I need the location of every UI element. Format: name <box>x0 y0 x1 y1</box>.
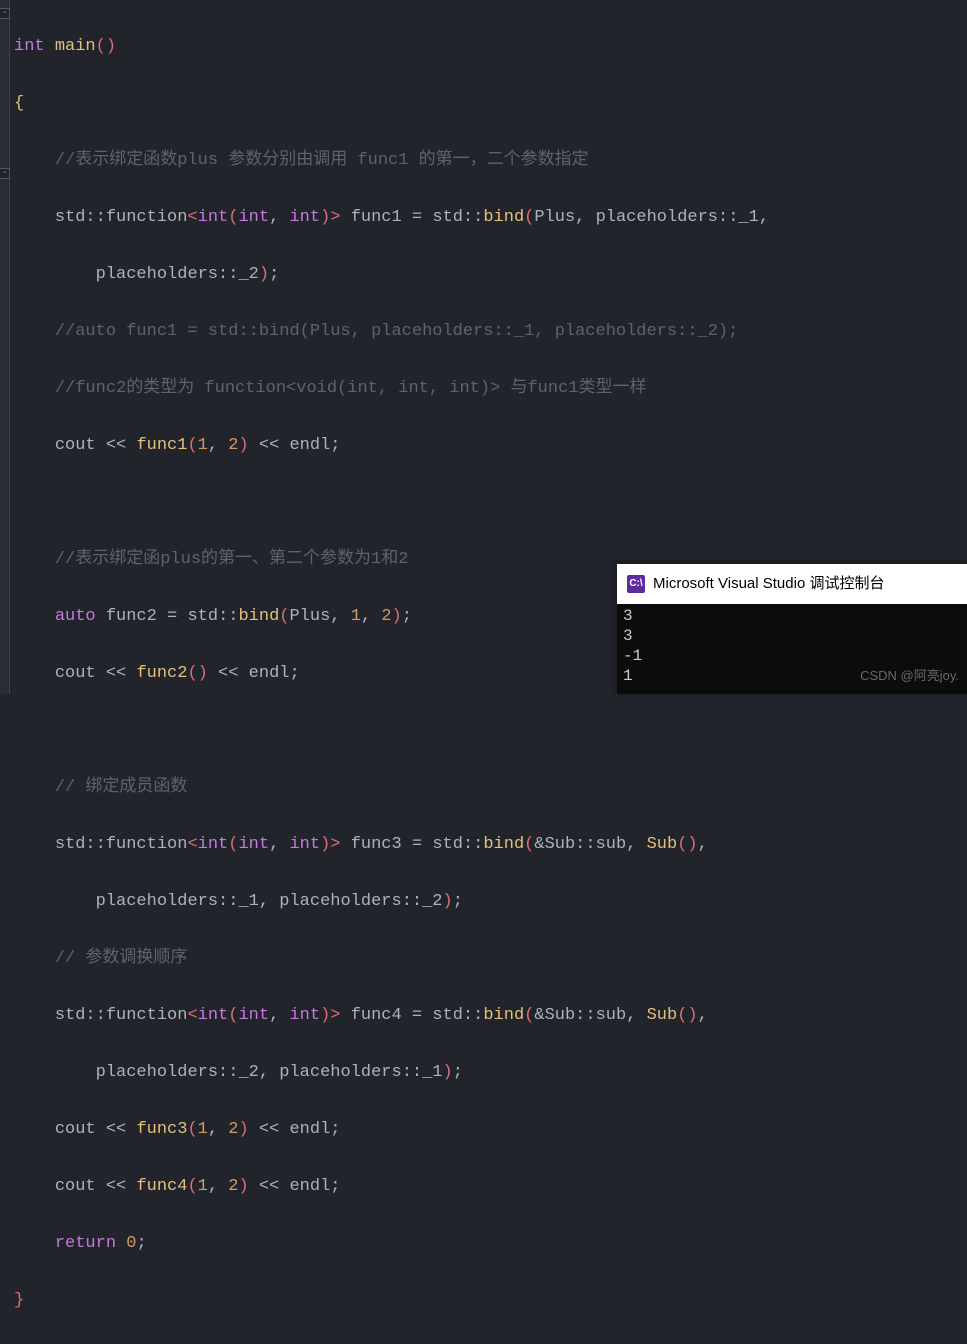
code-line: } <box>14 1287 967 1316</box>
fold-icon[interactable]: - <box>0 168 10 179</box>
watermark: CSDN @阿亮joy. <box>860 662 959 691</box>
code-line <box>14 489 967 518</box>
code-line: { <box>14 90 967 119</box>
code-line <box>14 717 967 746</box>
console-title-bar[interactable]: C:\ Microsoft Visual Studio 调试控制台 <box>617 564 967 605</box>
console-icon: C:\ <box>627 575 645 593</box>
code-line: //表示绑定函数plus 参数分别由调用 func1 的第一，二个参数指定 <box>14 147 967 176</box>
code-line: return 0; <box>14 1230 967 1259</box>
code-line: placeholders::_1, placeholders::_2); <box>14 888 967 917</box>
code-line: std::function<int(int, int)> func1 = std… <box>14 204 967 233</box>
code-line: cout << func1(1, 2) << endl; <box>14 432 967 461</box>
code-line: //auto func1 = std::bind(Plus, placehold… <box>14 318 967 347</box>
code-line: placeholders::_2, placeholders::_1); <box>14 1059 967 1088</box>
code-line: // 绑定成员函数 <box>14 774 967 803</box>
code-line: placeholders::_2); <box>14 261 967 290</box>
code-line: std::function<int(int, int)> func4 = std… <box>14 1002 967 1031</box>
gutter: - - <box>0 0 10 694</box>
code-line: std::function<int(int, int)> func3 = std… <box>14 831 967 860</box>
code-line: cout << func4(1, 2) << endl; <box>14 1173 967 1202</box>
fold-icon[interactable]: - <box>0 8 10 19</box>
console-output-line: 3 <box>623 606 961 626</box>
code-line: // 参数调换顺序 <box>14 945 967 974</box>
code-line: //func2的类型为 function<void(int, int, int)… <box>14 375 967 404</box>
console-title-text: Microsoft Visual Studio 调试控制台 <box>653 570 884 599</box>
code-line: cout << func3(1, 2) << endl; <box>14 1116 967 1145</box>
code-line: int main() <box>14 33 967 62</box>
console-output-line: 3 <box>623 626 961 646</box>
